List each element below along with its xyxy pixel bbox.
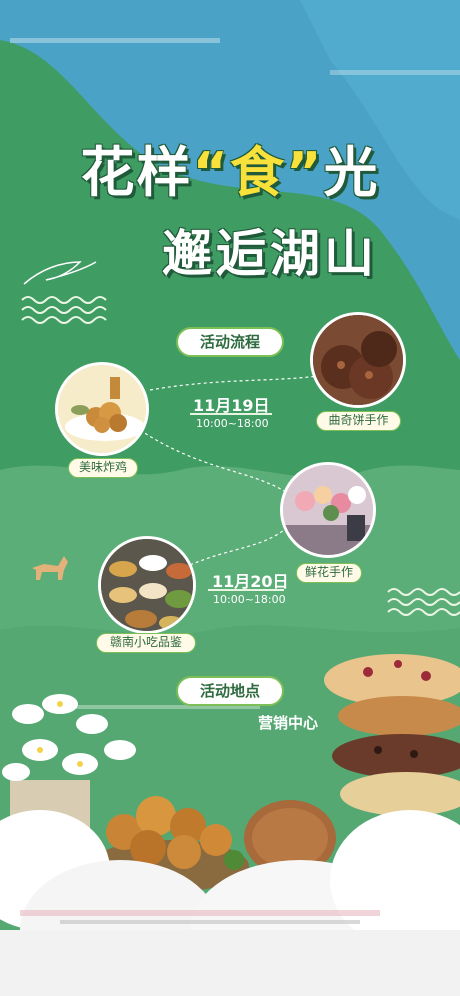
location-value: 营销中心 — [258, 714, 319, 732]
title-line-2: 邂逅湖山 — [162, 225, 378, 283]
wooden-dog-icon — [32, 556, 68, 580]
title-highlight: 食 — [230, 141, 286, 204]
activity-label-chicken: 美味炸鸡 — [68, 458, 138, 478]
cookie-image — [310, 312, 406, 408]
poster: 花样“食”光 邂逅湖山 活动流程 11月19日 10:00~18:00 11月2… — [0, 0, 460, 996]
fried-chicken-image — [55, 362, 149, 456]
day1-divider — [190, 413, 272, 415]
title-text-2: 光 — [323, 141, 380, 204]
title-quote-open: “ — [192, 141, 230, 204]
schedule-heading: 活动流程 — [176, 327, 284, 357]
snack-buffet-image — [98, 536, 196, 634]
title-quote-close: ” — [286, 141, 324, 204]
day2-divider — [208, 589, 284, 591]
foreground-clouds — [0, 810, 460, 996]
flower-shop-image — [280, 462, 376, 558]
activity-label-snack: 赣南小吃品鉴 — [96, 633, 196, 653]
title-line-1: 花样“食”光 — [0, 128, 460, 207]
location-heading: 活动地点 — [176, 676, 284, 706]
activity-label-flower: 鲜花手作 — [296, 563, 362, 583]
day2-time: 10:00~18:00 — [213, 593, 286, 606]
title-text-1: 花样 — [80, 141, 193, 204]
day1-time: 10:00~18:00 — [196, 417, 269, 430]
activity-label-cookie: 曲奇饼手作 — [316, 411, 401, 431]
